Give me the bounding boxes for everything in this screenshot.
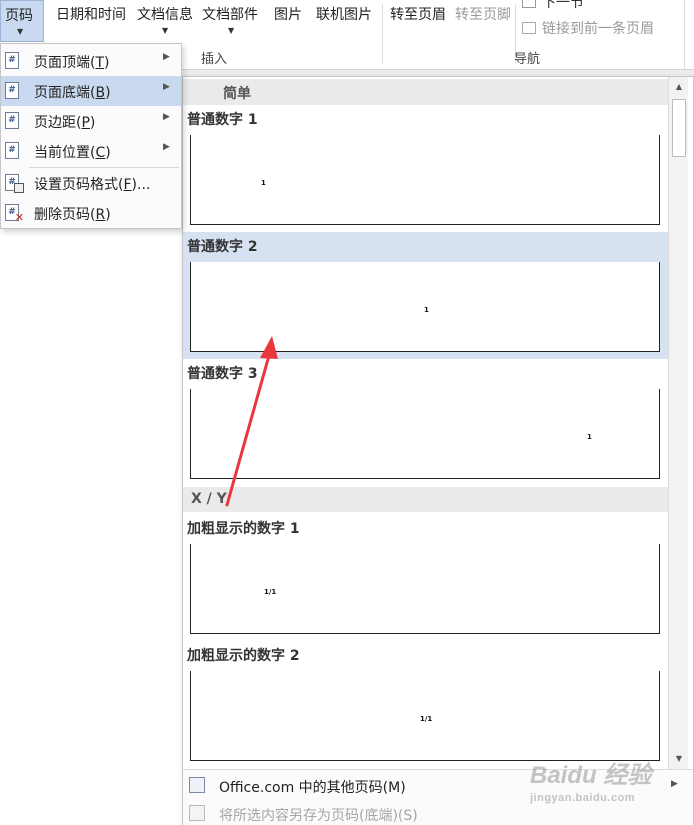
- gallery-item-plain-number-2[interactable]: 普通数字 2 1: [183, 232, 668, 359]
- menu-item-label: 页面顶端(T): [34, 55, 110, 71]
- chevron-down-icon: ▼: [162, 26, 169, 35]
- watermark: Baidu 经验 jingyan.baidu.com: [530, 755, 651, 804]
- menu-item-label: 页边距(P): [34, 115, 96, 131]
- menu-item-format-page-numbers[interactable]: # 设置页码格式(F)...: [1, 168, 181, 198]
- page-number-icon: #: [5, 142, 19, 159]
- gallery-item-title: 普通数字 3: [187, 366, 258, 382]
- command-label: 将所选内容另存为页码(底端)(S): [219, 808, 418, 824]
- gallery-item-bold-number-1[interactable]: 加粗显示的数字 1 1/1: [183, 514, 668, 641]
- page-number-gallery: 简单 普通数字 1 1 普通数字 2 1 普通数字 3 1 X / Y 加粗显示…: [182, 76, 694, 825]
- page-number-icon: #: [5, 82, 19, 99]
- menu-item-remove-page-numbers[interactable]: # 删除页码(R): [1, 198, 181, 228]
- goto-footer-button[interactable]: 转至页脚: [455, 4, 511, 24]
- gallery-item-preview: 1/1: [190, 544, 660, 634]
- next-section-button[interactable]: 下一节: [522, 0, 584, 12]
- group-separator: [684, 0, 685, 70]
- chevron-right-icon: ▶: [163, 52, 170, 62]
- next-section-label: 下一节: [542, 0, 584, 11]
- scroll-down-icon[interactable]: ▼: [671, 751, 687, 767]
- menu-item-label: 删除页码(R): [34, 207, 111, 223]
- page-number-icon: #: [5, 112, 19, 129]
- group-label-insert: 插入: [201, 52, 228, 67]
- menu-item-top-of-page[interactable]: # 页面顶端(T) ▶: [1, 46, 181, 76]
- page-number-button[interactable]: 页码 ▼: [0, 0, 44, 42]
- chevron-right-icon: ▶: [671, 779, 678, 789]
- watermark-brand: Baidu 经验: [530, 762, 652, 789]
- link-previous-label: 链接到前一条页眉: [542, 21, 654, 37]
- menu-item-current-position[interactable]: # 当前位置(C) ▶: [1, 136, 181, 166]
- gallery-section-header: 简单: [183, 79, 668, 105]
- page-number-menu: # 页面顶端(T) ▶ # 页面底端(B) ▶ # 页边距(P) ▶ # 当前位…: [0, 43, 182, 229]
- gallery-item-plain-number-1[interactable]: 普通数字 1 1: [183, 105, 668, 232]
- link-icon: [522, 22, 536, 34]
- preview-page-number: 1/1: [420, 715, 433, 723]
- save-to-gallery-icon: [189, 805, 205, 821]
- group-separator: [382, 4, 383, 64]
- doc-info-button[interactable]: 文档信息: [137, 4, 193, 24]
- section-title: X / Y: [191, 491, 227, 507]
- gallery-scrollbar[interactable]: ▲ ▼: [668, 77, 688, 769]
- gallery-item-plain-number-3[interactable]: 普通数字 3 1: [183, 359, 668, 486]
- gallery-item-preview: 1: [190, 262, 660, 352]
- picture-button[interactable]: 图片: [274, 4, 302, 24]
- chevron-right-icon: ▶: [163, 82, 170, 92]
- online-picture-button[interactable]: 联机图片: [316, 4, 372, 24]
- gallery-item-title: 普通数字 1: [187, 112, 258, 128]
- group-label-navigation: 导航: [514, 52, 541, 67]
- preview-page-number: 1: [587, 433, 592, 441]
- page-number-label: 页码: [5, 8, 33, 24]
- menu-item-bottom-of-page[interactable]: # 页面底端(B) ▶: [1, 76, 181, 106]
- doc-parts-button[interactable]: 文档部件: [202, 4, 258, 24]
- menu-item-label: 当前位置(C): [34, 145, 111, 161]
- preview-page-number: 1: [424, 306, 429, 314]
- date-time-button[interactable]: 日期和时间: [56, 4, 126, 24]
- scroll-up-icon[interactable]: ▲: [671, 79, 687, 95]
- command-label: Office.com 中的其他页码(M): [219, 780, 406, 796]
- page-number-icon: #: [5, 52, 19, 69]
- gallery-item-title: 加粗显示的数字 2: [187, 648, 300, 664]
- section-title: 简单: [223, 86, 251, 102]
- chevron-down-icon: ▼: [228, 26, 235, 35]
- watermark-url: jingyan.baidu.com: [530, 792, 636, 804]
- link-previous-button[interactable]: 链接到前一条页眉: [522, 18, 654, 38]
- gallery-item-title: 加粗显示的数字 1: [187, 521, 300, 537]
- gallery-item-preview: 1: [190, 389, 660, 479]
- preview-page-number: 1/1: [264, 588, 277, 596]
- scrollbar-thumb[interactable]: [672, 99, 686, 157]
- remove-page-number-icon: #: [5, 204, 24, 225]
- chevron-right-icon: ▶: [163, 142, 170, 152]
- chevron-right-icon: ▶: [163, 112, 170, 122]
- format-page-number-icon: #: [5, 174, 24, 193]
- preview-page-number: 1: [261, 179, 266, 187]
- goto-header-button[interactable]: 转至页眉: [390, 4, 446, 24]
- menu-item-page-margins[interactable]: # 页边距(P) ▶: [1, 106, 181, 136]
- menu-item-label: 页面底端(B): [34, 85, 111, 101]
- chevron-down-icon: ▼: [17, 27, 24, 36]
- gallery-item-bold-number-2[interactable]: 加粗显示的数字 2 1/1: [183, 641, 668, 768]
- gallery-item-preview: 1: [190, 135, 660, 225]
- gallery-section-header: X / Y: [183, 487, 668, 512]
- gallery-item-title: 普通数字 2: [187, 239, 258, 255]
- gallery-item-preview: 1/1: [190, 671, 660, 761]
- menu-item-label: 设置页码格式(F)...: [34, 177, 151, 193]
- next-section-icon: [522, 0, 536, 8]
- office-com-icon: [189, 777, 205, 793]
